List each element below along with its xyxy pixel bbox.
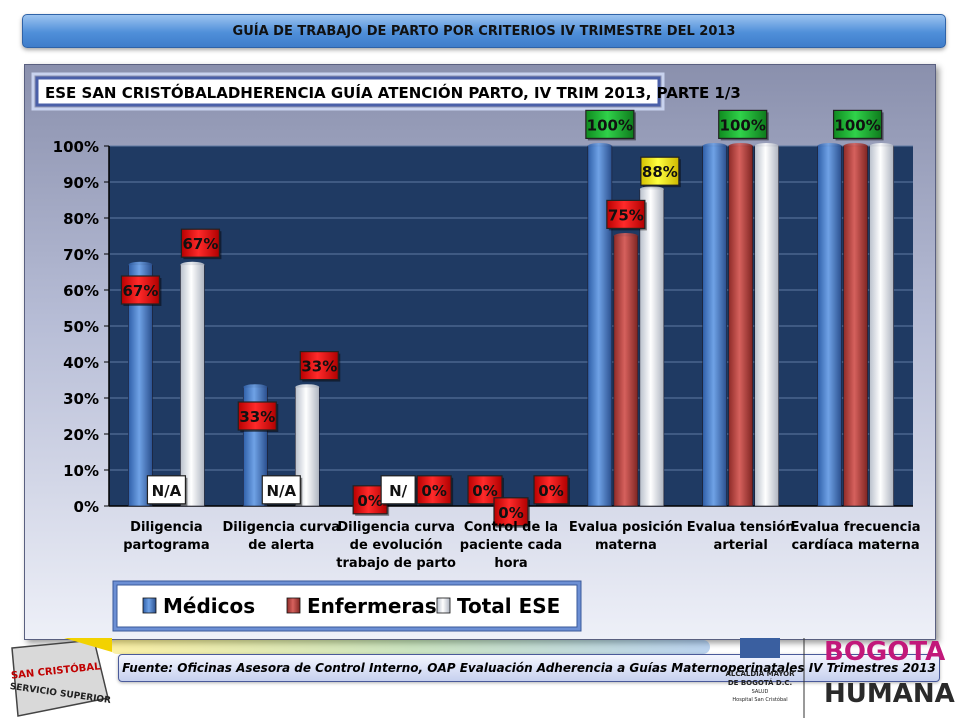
value-label: 100% <box>720 116 766 134</box>
value-label: 0% <box>421 482 446 500</box>
bar-top <box>587 143 612 149</box>
decorative-stripe <box>110 640 710 654</box>
right-brand-line3: SALUD <box>752 689 769 695</box>
chart-title: ESE SAN CRISTÓBALADHERENCIA GUÍA ATENCIÓ… <box>45 83 741 102</box>
bar-top <box>843 143 868 149</box>
value-label: 33% <box>301 358 337 376</box>
category-label: paciente cada <box>460 538 562 553</box>
category-label: de evolución <box>350 538 443 553</box>
legend-swatch <box>436 597 451 614</box>
category-label: de alerta <box>248 538 314 553</box>
bar-top <box>180 261 205 268</box>
value-label: 100% <box>587 116 633 134</box>
bar-totalese <box>180 264 205 507</box>
bar-mdicos <box>702 145 728 507</box>
category-label: hora <box>494 556 527 571</box>
bar-enfermeras <box>613 235 639 507</box>
right-logo-top: BOGOTA <box>824 637 945 667</box>
category-label: arterial <box>714 538 768 553</box>
category-label: Diligencia <box>130 520 202 535</box>
y-tick-label: 30% <box>63 390 99 408</box>
category-label: Evalua posición <box>569 520 683 535</box>
bar-top <box>295 384 320 391</box>
value-label: N/A <box>152 482 182 500</box>
value-label: 100% <box>834 116 880 134</box>
y-tick-label: 0% <box>74 498 99 516</box>
bar-top <box>728 143 753 149</box>
y-tick-label: 20% <box>63 426 99 444</box>
bar-totalese <box>754 145 780 507</box>
bar-chart: ESE SAN CRISTÓBALADHERENCIA GUÍA ATENCIÓ… <box>31 72 921 632</box>
bar-top <box>817 143 842 149</box>
bar-totalese <box>639 188 665 507</box>
y-tick-label: 100% <box>53 138 99 156</box>
y-tick-label: 50% <box>63 318 99 336</box>
value-label: 0% <box>538 482 563 500</box>
legend-swatch <box>142 597 157 614</box>
san-cristobal-logo: SAN CRISTÓBAL SERVICIO SUPERIOR <box>9 638 112 717</box>
category-label: Diligencia curva <box>337 520 455 535</box>
category-label: Evalua frecuencia <box>791 520 921 535</box>
bar-top <box>613 233 638 239</box>
y-tick-label: 40% <box>63 354 99 372</box>
legend-label: Enfermeras <box>307 594 437 618</box>
category-label: materna <box>595 538 657 553</box>
y-tick-label: 80% <box>63 210 99 228</box>
category-label: Control de la <box>464 520 558 535</box>
bar-top <box>702 143 727 149</box>
legend-label: Médicos <box>163 594 255 618</box>
bar-mdicos <box>817 145 842 507</box>
value-label: N/A <box>266 482 296 500</box>
category-label: cardíaca materna <box>791 538 919 553</box>
value-label: 0% <box>472 482 497 500</box>
bar-top <box>128 261 153 268</box>
right-brand-line1: ALCALDÍA MAYOR <box>725 669 795 678</box>
value-label: 88% <box>642 163 678 181</box>
category-label: Diligencia curva <box>222 520 340 535</box>
y-tick-label: 70% <box>63 246 99 264</box>
value-label: 67% <box>182 235 218 253</box>
legend-swatch <box>286 597 301 614</box>
slide-title: GUÍA DE TRABAJO DE PARTO POR CRITERIOS I… <box>232 23 736 39</box>
category-label: trabajo de parto <box>336 556 456 571</box>
alcaldia-bogota-logo: ALCALDÍA MAYOR DE BOGOTÁ D.C. SALUD Hosp… <box>725 637 955 718</box>
slide-title-banner: GUÍA DE TRABAJO DE PARTO POR CRITERIOS I… <box>22 14 946 48</box>
value-label: 67% <box>122 282 158 300</box>
bar-top <box>869 143 894 149</box>
right-brand-line4: Hospital San Cristóbal <box>732 696 787 703</box>
y-tick-label: 60% <box>63 282 99 300</box>
bar-top <box>754 143 779 149</box>
y-tick-label: 90% <box>63 174 99 192</box>
right-brand-line2: DE BOGOTÁ D.C. <box>728 678 792 687</box>
chart-panel: ESE SAN CRISTÓBALADHERENCIA GUÍA ATENCIÓ… <box>24 64 936 640</box>
category-label: Evalua tensión <box>687 520 795 535</box>
legend-label: Total ESE <box>457 594 560 618</box>
crest-icon <box>740 638 780 658</box>
right-logo-bottom: HUMANA <box>824 679 955 709</box>
value-label: 33% <box>239 408 275 426</box>
bar-enfermeras <box>728 145 754 507</box>
y-tick-label: 10% <box>63 462 99 480</box>
value-label: N/ <box>389 482 408 500</box>
bar-top <box>243 384 268 391</box>
bar-totalese <box>869 145 894 507</box>
category-label: partograma <box>123 538 209 553</box>
value-label: 75% <box>608 206 644 224</box>
bar-enfermeras <box>843 145 868 507</box>
value-label: 0% <box>357 492 382 510</box>
